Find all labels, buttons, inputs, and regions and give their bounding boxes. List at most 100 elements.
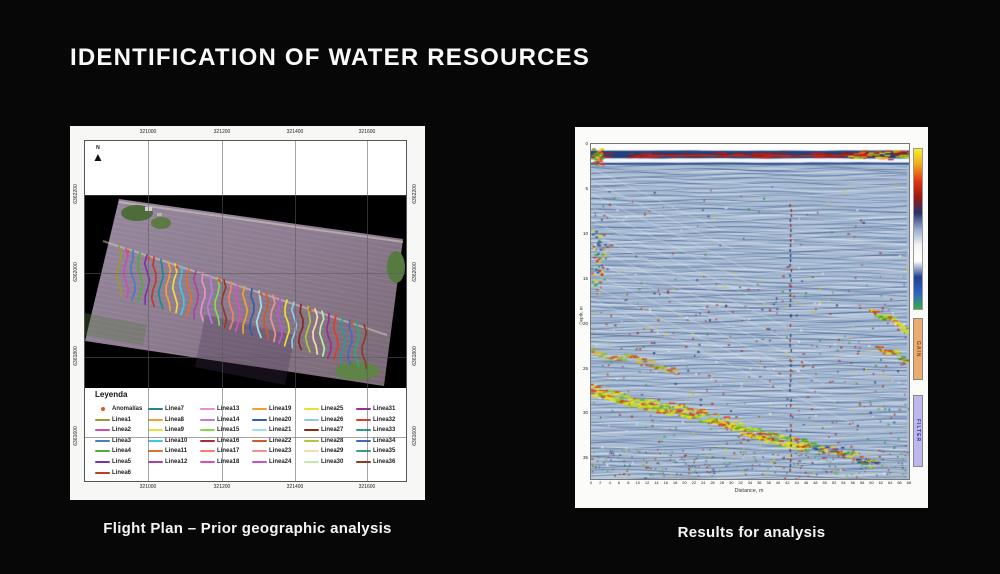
anomaly-dot — [175, 265, 178, 268]
aerial-photo — [85, 195, 406, 388]
legend-swatch — [95, 419, 110, 421]
legend-label: Linea16 — [217, 438, 239, 444]
legend-swatch — [356, 429, 371, 431]
legend-swatch — [356, 419, 371, 421]
legend-label: Linea12 — [165, 459, 187, 465]
legend-label: Linea22 — [269, 438, 291, 444]
legend-item: Linea2 — [95, 427, 131, 433]
legend-item: Linea11 — [148, 448, 187, 454]
radar-plot — [590, 143, 910, 480]
legend-item: Linea8 — [148, 417, 184, 423]
legend-item: Linea27 — [304, 427, 343, 433]
legend-label: Anomalías — [112, 406, 142, 412]
legend-label: Linea25 — [321, 406, 343, 412]
legend-label: Linea27 — [321, 427, 343, 433]
legend-swatch — [304, 408, 319, 410]
legend-label: Linea17 — [217, 448, 239, 454]
legend-swatch — [95, 450, 110, 452]
legend-swatch — [304, 419, 319, 421]
legend-item: Linea28 — [304, 438, 343, 444]
anomaly-dot — [259, 292, 262, 295]
legend-swatch — [200, 408, 215, 410]
building-2 — [157, 213, 162, 216]
anomaly-dot — [350, 322, 353, 325]
map-ytick-right: 6362200 — [412, 179, 418, 209]
legend-swatch — [356, 461, 371, 463]
map-gridline-v — [222, 140, 223, 482]
legend-swatch — [101, 407, 105, 411]
legend-swatch — [252, 408, 267, 410]
map-ytick-right: 6361600 — [412, 421, 418, 451]
map-xtick-bottom: 321400 — [275, 484, 315, 490]
legend-label: Linea35 — [373, 448, 395, 454]
legend-item: Linea24 — [252, 459, 291, 465]
legend-swatch — [252, 429, 267, 431]
legend-title: Leyenda — [95, 390, 127, 399]
aerial-photo-svg — [85, 195, 406, 388]
legend-label: Linea9 — [165, 427, 184, 433]
legend-label: Linea15 — [217, 427, 239, 433]
north-arrow-icon: N ▲ — [92, 146, 104, 163]
legend-label: Linea20 — [269, 417, 291, 423]
amplitude-colorbar — [913, 148, 923, 310]
radar-canvas — [591, 144, 909, 479]
legend-swatch — [95, 429, 110, 431]
legend-label: Linea3 — [112, 438, 131, 444]
map-gridline-v — [367, 140, 368, 482]
legend-label: Linea29 — [321, 448, 343, 454]
gain-button: GAIN — [913, 318, 923, 380]
legend-label: Linea30 — [321, 459, 343, 465]
legend-item: Linea31 — [356, 406, 395, 412]
legend-label: Linea18 — [217, 459, 239, 465]
legend-label: Linea34 — [373, 438, 395, 444]
map-xtick-top: 321000 — [128, 129, 168, 135]
radar-ytick: 20 — [577, 321, 588, 326]
legend-label: Linea19 — [269, 406, 291, 412]
legend-item: Linea12 — [148, 459, 187, 465]
legend-item: Linea4 — [95, 448, 131, 454]
legend-item: Linea10 — [148, 438, 187, 444]
legend-label: Linea33 — [373, 427, 395, 433]
legend-swatch — [200, 419, 215, 421]
legend-item: Linea14 — [200, 417, 239, 423]
legend-item: Linea20 — [252, 417, 291, 423]
map-ytick-left: 6361800 — [73, 341, 79, 371]
legend-swatch — [304, 450, 319, 452]
left-caption: Flight Plan – Prior geographic analysis — [70, 520, 425, 537]
legend-item: Linea30 — [304, 459, 343, 465]
legend-label: Linea7 — [165, 406, 184, 412]
map-xtick-bottom: 321000 — [128, 484, 168, 490]
legend-swatch — [95, 461, 110, 463]
legend-item: Linea29 — [304, 448, 343, 454]
map-ytick-left: 6362200 — [73, 179, 79, 209]
legend-item: Linea5 — [95, 459, 131, 465]
legend-item: Linea22 — [252, 438, 291, 444]
legend-item: Anomalías — [95, 406, 142, 412]
map-xtick-top: 321200 — [202, 129, 242, 135]
legend-label: Linea11 — [165, 448, 187, 454]
legend-item: Linea26 — [304, 417, 343, 423]
north-arrow-glyph: ▲ — [92, 151, 104, 163]
anomaly-dot — [126, 250, 129, 253]
right-caption: Results for analysis — [575, 524, 928, 541]
map-gridline-h — [84, 437, 407, 438]
legend-item: Linea1 — [95, 417, 131, 423]
legend-item: Linea9 — [148, 427, 184, 433]
map-ytick-left: 6361600 — [73, 421, 79, 451]
legend-swatch — [148, 440, 163, 442]
map-gridline-h — [84, 273, 407, 274]
anomaly-dot — [217, 279, 220, 282]
legend-swatch — [148, 408, 163, 410]
map-xtick-bottom: 321200 — [202, 484, 242, 490]
legend-item: Linea23 — [252, 448, 291, 454]
flight-plan-map: N ▲ Leyenda Anomalías Linea1 Linea2 Linea3 L… — [70, 126, 425, 500]
green-right — [387, 251, 405, 283]
radar-ytick: 15 — [577, 276, 588, 281]
legend-swatch — [200, 461, 215, 463]
legend-swatch — [252, 440, 267, 442]
legend-swatch — [304, 429, 319, 431]
anomaly-dot — [308, 308, 311, 311]
map-xtick-top: 321400 — [275, 129, 315, 135]
map-xtick-top: 321600 — [347, 129, 387, 135]
trees-topleft-2 — [151, 217, 171, 229]
